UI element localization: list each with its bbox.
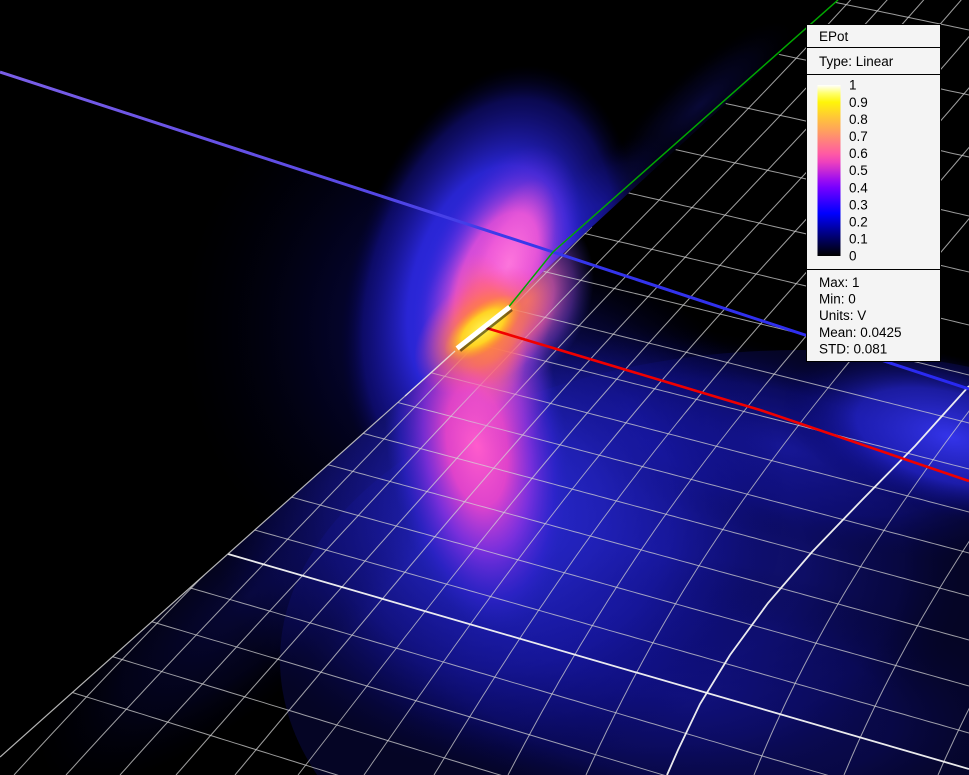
- svg-text:Type: Linear: Type: Linear: [819, 54, 894, 69]
- svg-text:0.3: 0.3: [849, 197, 868, 212]
- svg-text:0.5: 0.5: [849, 163, 868, 178]
- svg-text:Units: V: Units: V: [819, 308, 866, 323]
- svg-text:Min: 0: Min: 0: [819, 292, 856, 307]
- svg-text:0.8: 0.8: [849, 112, 868, 127]
- svg-text:0: 0: [849, 249, 857, 264]
- svg-text:0.9: 0.9: [849, 95, 868, 110]
- svg-text:Mean: 0.0425: Mean: 0.0425: [819, 325, 902, 340]
- svg-text:0.7: 0.7: [849, 129, 868, 144]
- svg-text:Max: 1: Max: 1: [819, 275, 860, 290]
- svg-text:EPot: EPot: [819, 29, 849, 44]
- svg-text:0.4: 0.4: [849, 180, 868, 195]
- svg-text:0.6: 0.6: [849, 146, 868, 161]
- svg-text:0.2: 0.2: [849, 215, 868, 230]
- svg-text:0.1: 0.1: [849, 232, 868, 247]
- svg-text:STD: 0.081: STD: 0.081: [819, 341, 887, 356]
- svg-text:1: 1: [849, 78, 857, 93]
